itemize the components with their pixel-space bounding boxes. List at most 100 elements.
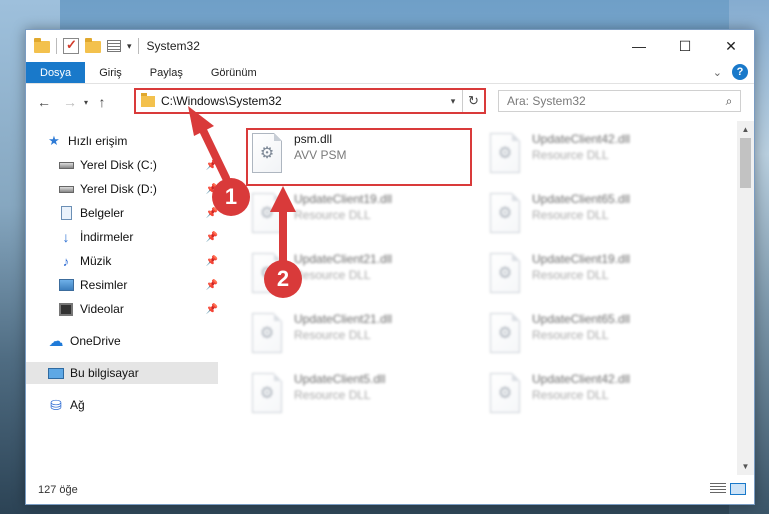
downloads-icon: ↓ — [62, 229, 70, 245]
dll-file-icon: ⚙ — [490, 373, 520, 413]
scroll-down-icon[interactable]: ▼ — [737, 458, 754, 475]
search-icon[interactable]: ⌕ — [718, 94, 740, 109]
file-tile[interactable]: ⚙ UpdateClient21.dll Resource DLL — [248, 309, 468, 361]
dll-file-icon: ⚙ — [490, 133, 520, 173]
sidebar-item-label: Videolar — [80, 302, 124, 316]
sidebar-item-label: Belgeler — [80, 206, 125, 220]
search-input[interactable]: Ara: System32 — [507, 94, 718, 108]
properties-check-icon[interactable] — [63, 37, 79, 54]
close-button[interactable]: ✕ — [708, 30, 754, 62]
properties-icon[interactable] — [107, 40, 121, 52]
refresh-icon[interactable]: ↻ — [462, 90, 484, 112]
dll-file-icon: ⚙ — [490, 313, 520, 353]
address-path[interactable]: C:\Windows\System32 — [161, 94, 444, 108]
pin-icon[interactable]: 📌 — [206, 232, 218, 243]
maximize-button[interactable]: ☐ — [662, 30, 708, 62]
file-type: Resource DLL — [532, 328, 609, 342]
navigation-pane: ★ Hızlı erişim Yerel Disk (C:) 📌 Yerel D… — [26, 121, 218, 475]
sidebar-item-this-pc[interactable]: Bu bilgisayar — [26, 362, 218, 384]
vertical-scrollbar[interactable]: ▲ ▼ — [737, 121, 754, 475]
scroll-thumb[interactable] — [740, 138, 751, 188]
pictures-icon — [58, 278, 74, 292]
file-tile[interactable]: ⚙ UpdateClient42.dll Resource DLL — [486, 129, 706, 181]
forward-arrow-icon[interactable]: → — [60, 94, 80, 110]
sidebar-item-documents[interactable]: Belgeler 📌 — [58, 202, 218, 224]
sidebar-item-label: Resimler — [80, 278, 128, 292]
view-buttons — [710, 483, 746, 495]
help-icon[interactable]: ? — [732, 64, 748, 80]
sidebar-item-label: İndirmeler — [80, 230, 134, 244]
sidebar-item-local-disk-d[interactable]: Yerel Disk (D:) 📌 — [58, 178, 218, 200]
pin-icon[interactable]: 📌 — [206, 160, 218, 171]
pin-icon[interactable]: 📌 — [206, 256, 218, 267]
sidebar-item-pictures[interactable]: Resimler 📌 — [58, 274, 218, 296]
search-box[interactable]: Ara: System32 ⌕ — [498, 90, 741, 112]
sidebar-item-label: OneDrive — [70, 334, 121, 348]
back-arrow-icon[interactable]: ← — [34, 94, 54, 110]
file-tile[interactable]: ⚙ UpdateClient42.dll Resource DLL — [486, 369, 706, 421]
sidebar-item-onedrive[interactable]: ☁ OneDrive — [48, 330, 218, 352]
minimize-button[interactable]: — — [616, 30, 662, 62]
file-type: Resource DLL — [532, 388, 609, 402]
window-controls: — ☐ ✕ — [616, 30, 754, 62]
tab-share[interactable]: Paylaş — [136, 62, 197, 83]
address-bar[interactable]: C:\Windows\System32 ▾ ↻ — [134, 88, 486, 114]
pin-icon[interactable]: 📌 — [206, 280, 218, 291]
sidebar-item-label: Yerel Disk (C:) — [80, 158, 157, 172]
psm-dll-highlight-box — [246, 128, 472, 186]
file-tile[interactable]: ⚙ UpdateClient65.dll Resource DLL — [486, 189, 706, 241]
title-bar: ▾ System32 — ☐ ✕ — [26, 30, 754, 62]
window-title: System32 — [146, 39, 200, 53]
file-name: UpdateClient19.dll — [532, 252, 631, 266]
recent-locations-chevron-icon[interactable]: ▾ — [80, 98, 92, 107]
tab-home[interactable]: Giriş — [85, 62, 136, 83]
content-area: ★ Hızlı erişim Yerel Disk (C:) 📌 Yerel D… — [26, 121, 754, 475]
file-name: UpdateClient5.dll — [294, 372, 386, 386]
file-type: Resource DLL — [294, 268, 371, 282]
quick-access-toolbar: ▾ — [26, 37, 139, 54]
new-folder-icon[interactable] — [85, 38, 101, 53]
up-arrow-icon[interactable]: ↑ — [92, 94, 112, 110]
dll-file-icon: ⚙ — [252, 373, 282, 413]
file-type: Resource DLL — [532, 148, 609, 162]
file-name: UpdateClient65.dll — [532, 312, 631, 326]
folder-icon — [141, 92, 155, 107]
file-tile[interactable]: ⚙ UpdateClient19.dll Resource DLL — [486, 249, 706, 301]
drive-icon — [58, 158, 74, 172]
navigation-bar: ← → ▾ ↑ C:\Windows\System32 ▾ ↻ Ara: Sys… — [26, 84, 754, 120]
sidebar-item-label: Ağ — [70, 398, 85, 412]
file-type: Resource DLL — [294, 388, 371, 402]
dll-file-icon: ⚙ — [490, 253, 520, 293]
file-tile[interactable]: ⚙ UpdateClient5.dll Resource DLL — [248, 369, 468, 421]
sidebar-item-local-disk-c[interactable]: Yerel Disk (C:) 📌 — [58, 154, 218, 176]
documents-icon — [58, 206, 74, 220]
file-name: UpdateClient21.dll — [294, 252, 393, 266]
item-count: 127 öğe — [38, 484, 78, 496]
ribbon-right-controls: ⌄ ? — [713, 64, 748, 80]
ribbon-tabs: Dosya Giriş Paylaş Görünüm ⌄ ? — [26, 62, 754, 84]
expand-ribbon-chevron-icon[interactable]: ⌄ — [713, 66, 722, 79]
star-icon: ★ — [48, 133, 60, 148]
file-type: Resource DLL — [294, 328, 371, 342]
details-view-icon[interactable] — [710, 483, 726, 495]
sidebar-item-music[interactable]: ♪ Müzik 📌 — [58, 250, 218, 272]
divider — [56, 38, 57, 54]
sidebar-item-quick-access[interactable]: ★ Hızlı erişim — [46, 130, 216, 152]
large-icons-view-icon[interactable] — [730, 483, 746, 495]
cloud-icon: ☁ — [48, 333, 64, 350]
scroll-up-icon[interactable]: ▲ — [737, 121, 754, 138]
computer-icon — [48, 366, 64, 380]
file-type: Resource DLL — [532, 208, 609, 222]
sidebar-item-downloads[interactable]: ↓ İndirmeler 📌 — [58, 226, 219, 248]
step-badge-1: 1 — [212, 178, 250, 216]
address-history-chevron-icon[interactable]: ▾ — [444, 96, 462, 107]
pin-icon[interactable]: 📌 — [206, 304, 218, 315]
customize-toolbar-chevron-icon[interactable]: ▾ — [127, 41, 132, 52]
tab-view[interactable]: Görünüm — [197, 62, 271, 83]
file-name: UpdateClient42.dll — [532, 372, 631, 386]
file-tile[interactable]: ⚙ UpdateClient65.dll Resource DLL — [486, 309, 706, 361]
file-tile[interactable]: ⚙ UpdateClient19.dll Resource DLL — [248, 189, 468, 241]
sidebar-item-videos[interactable]: Videolar 📌 — [58, 298, 218, 320]
sidebar-item-network[interactable]: ⛁ Ağ — [48, 394, 218, 416]
tab-file[interactable]: Dosya — [26, 62, 86, 83]
